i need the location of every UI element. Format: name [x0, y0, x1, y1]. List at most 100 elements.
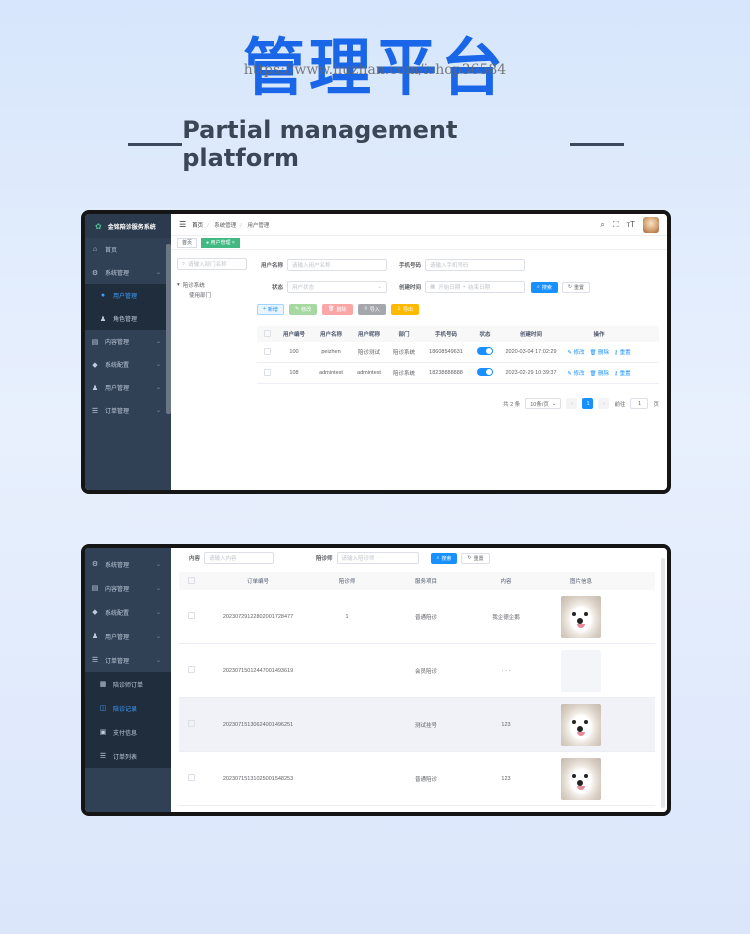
chevron-down-icon: ⌄ [155, 561, 161, 568]
sidebar-item-label: 角色管理 [113, 317, 138, 323]
sidebar-item-list[interactable]: ☰ 订单管理 ⌄ [85, 399, 171, 422]
page-size-select[interactable]: 10条/页 ⌄ [525, 398, 562, 409]
sidebar-item-gear[interactable]: ⚙ 系统管理 ⌄ [85, 261, 171, 284]
edit-button[interactable]: ✎ 修改 [288, 303, 318, 315]
cell-image [541, 757, 621, 800]
search-icon[interactable]: ⌕ [600, 220, 604, 230]
table-scrollbar[interactable] [661, 558, 665, 808]
breadcrumb-home[interactable]: 首页 [192, 223, 203, 229]
page-number-current[interactable]: 1 [582, 398, 594, 409]
next-page-button[interactable]: › [598, 398, 610, 409]
screenshot-escort-records: ⚙ 系统管理 ⌄ ▤ 内容管理 ⌄ ◆ 系统配置 ⌄ ♟ 用户管理 ⌄ ☰ 订单管理 ⌄ ▦ 陪诊师订单 ◫ 陪诊记… [81, 544, 671, 816]
sidebar-item-content[interactable]: ▤ 内容管理 ⌄ [85, 330, 171, 353]
sidebar-item-orderlist[interactable]: ☰ 订单列表 [85, 744, 171, 768]
sidebar-item-gear[interactable]: ⚙ 系统管理 ⌄ [85, 552, 171, 576]
sidebar-item-label: 用户管理 [113, 294, 138, 300]
export-button[interactable]: ⇩ 导出 [390, 303, 419, 315]
sidebar-item-label: 订单管理 [105, 409, 130, 415]
sidebar-item-config[interactable]: ◆ 系统配置 ⌄ [85, 353, 171, 376]
select-all-checkbox[interactable] [263, 329, 271, 337]
dept-search-placeholder: 请输入部门名称 [188, 262, 227, 268]
tree-node-child[interactable]: 使用部门 [177, 290, 247, 300]
sidebar-item-list[interactable]: ☰ 订单管理 ⌄ [85, 648, 171, 672]
sidebar-item-user[interactable]: ● 用户管理 [85, 284, 171, 307]
sidebar-item-config[interactable]: ◆ 系统配置 ⌄ [85, 600, 171, 624]
tags-view: 首页 ● 用户管理 × [171, 236, 667, 250]
row-edit-link[interactable]: ✎ 修改 [567, 369, 584, 377]
hamburger-icon[interactable]: ☰ [179, 220, 186, 229]
add-button[interactable]: + 新增 [257, 303, 284, 315]
cell-escort: 1 [345, 613, 349, 620]
import-button[interactable]: ⇪ 导入 [357, 303, 386, 315]
dog-photo-image[interactable] [561, 757, 601, 800]
username-input[interactable]: 请输入用户名称 [287, 259, 387, 271]
dept-search-input[interactable]: ⌕ 请输入部门名称 [177, 258, 247, 270]
fullscreen-icon[interactable]: ⛶ [613, 220, 619, 230]
sidebar-item-label: 内容管理 [105, 586, 130, 593]
status-toggle[interactable] [477, 347, 493, 355]
dog-photo-image[interactable] [561, 703, 601, 746]
row-checkbox[interactable] [263, 368, 271, 376]
sidebar-item-home[interactable]: ⌂ 首页 [85, 238, 171, 261]
row-reset-link[interactable]: ⚷ 重置 [614, 348, 631, 356]
delete-button-label: 删除 [336, 306, 347, 313]
dog-photo-image[interactable] [561, 649, 601, 692]
avatar[interactable] [643, 216, 659, 233]
tag-home[interactable]: 首页 [177, 237, 198, 248]
sidebar-item-pay[interactable]: ▣ 支付信息 [85, 720, 171, 744]
row-checkbox[interactable] [187, 666, 195, 673]
row-delete-link[interactable]: 🗑 删除 [590, 348, 610, 356]
gear-icon: ⚙ [91, 561, 99, 568]
escort-input[interactable]: 请输入陪诊师 [336, 552, 419, 564]
sidebar-menu: ⚙ 系统管理 ⌄ ▤ 内容管理 ⌄ ◆ 系统配置 ⌄ ♟ 用户管理 ⌄ ☰ 订单管理 ⌄ ▦ 陪诊师订单 ◫ 陪诊记… [85, 548, 171, 768]
delete-button[interactable]: 🗑 删除 [322, 303, 353, 315]
cell-dept: 陪诊系统 [392, 350, 415, 356]
leaf-logo-icon: ✿ [95, 221, 102, 231]
row-reset-link[interactable]: ⚷ 重置 [614, 369, 631, 377]
cell-service: 普通陪诊 [414, 776, 437, 783]
cell-image [541, 703, 621, 746]
sidebar-item-record[interactable]: ◫ 陪诊记录 [85, 696, 171, 720]
prev-page-button[interactable]: ‹ [566, 398, 578, 409]
reset-button[interactable]: ↻ 重置 [461, 552, 490, 564]
sidebar-item-users[interactable]: ♟ 用户管理 ⌄ [85, 624, 171, 648]
table-row: 20230715131025001548253 普通陪诊 123 [179, 752, 655, 806]
font-size-icon[interactable]: ᴛT [626, 220, 635, 229]
content-input[interactable]: 请输入内容 [204, 552, 275, 564]
select-all-checkbox[interactable] [187, 576, 195, 584]
sidebar-item-users[interactable]: ♟ 用户管理 ⌄ [85, 376, 171, 399]
tag-label: 用户管理 [210, 240, 231, 246]
sidebar-item-role[interactable]: ♟ 角色管理 [85, 307, 171, 330]
status-toggle[interactable] [477, 368, 493, 376]
breadcrumb-system: 系统管理 [214, 222, 237, 229]
table-body: 100 peizhen 陪诊测试 陪诊系统 18608549631 2020-03-04 … [257, 342, 659, 384]
tree-node-root[interactable]: ▾ 陪诊系统 [177, 280, 247, 290]
row-delete-link[interactable]: 🗑 删除 [590, 369, 610, 377]
row-checkbox[interactable] [187, 720, 195, 727]
content-icon: ▤ [91, 338, 99, 346]
phone-input[interactable]: 请输入手机号码 [425, 259, 525, 271]
cell-name: admintest [319, 370, 343, 376]
reset-button[interactable]: ↻ 重置 [561, 281, 591, 293]
dog-photo-image[interactable] [561, 595, 601, 638]
row-checkbox[interactable] [263, 347, 271, 355]
th-user-id: 用户编号 [282, 332, 305, 338]
app-logo: ✿ 金铭陪诊服务系统 [85, 214, 171, 238]
escort-placeholder: 请输入陪诊师 [341, 556, 375, 562]
goto-page-input[interactable]: 1 [630, 398, 649, 409]
sidebar-item-order[interactable]: ▦ 陪诊师订单 [85, 672, 171, 696]
row-edit-link[interactable]: ✎ 修改 [567, 348, 584, 356]
row-select-cell [179, 666, 203, 675]
gear-icon: ⚙ [91, 269, 99, 277]
search-button[interactable]: ⌕ 搜索 [430, 552, 458, 564]
sidebar-item-content[interactable]: ▤ 内容管理 ⌄ [85, 576, 171, 600]
search-button[interactable]: ⌕ 搜索 [531, 281, 558, 293]
row-checkbox[interactable] [187, 774, 195, 781]
date-range-picker[interactable]: ▦ 开始日期 - 结束日期 [425, 281, 525, 293]
status-select[interactable]: 用户状态 ⌄ [287, 281, 387, 293]
export-button-label: 导出 [402, 306, 413, 313]
sidebar: ⚙ 系统管理 ⌄ ▤ 内容管理 ⌄ ◆ 系统配置 ⌄ ♟ 用户管理 ⌄ ☰ 订单管理 ⌄ ▦ 陪诊师订单 ◫ 陪诊记… [85, 548, 171, 812]
tag-user-management[interactable]: ● 用户管理 × [201, 237, 240, 248]
row-checkbox[interactable] [187, 612, 195, 619]
filter-form: 用户名称 请输入用户名称 手机号码 请输入手机号码 状态 用户状态 ⌄ 创建时间 … [257, 258, 659, 324]
